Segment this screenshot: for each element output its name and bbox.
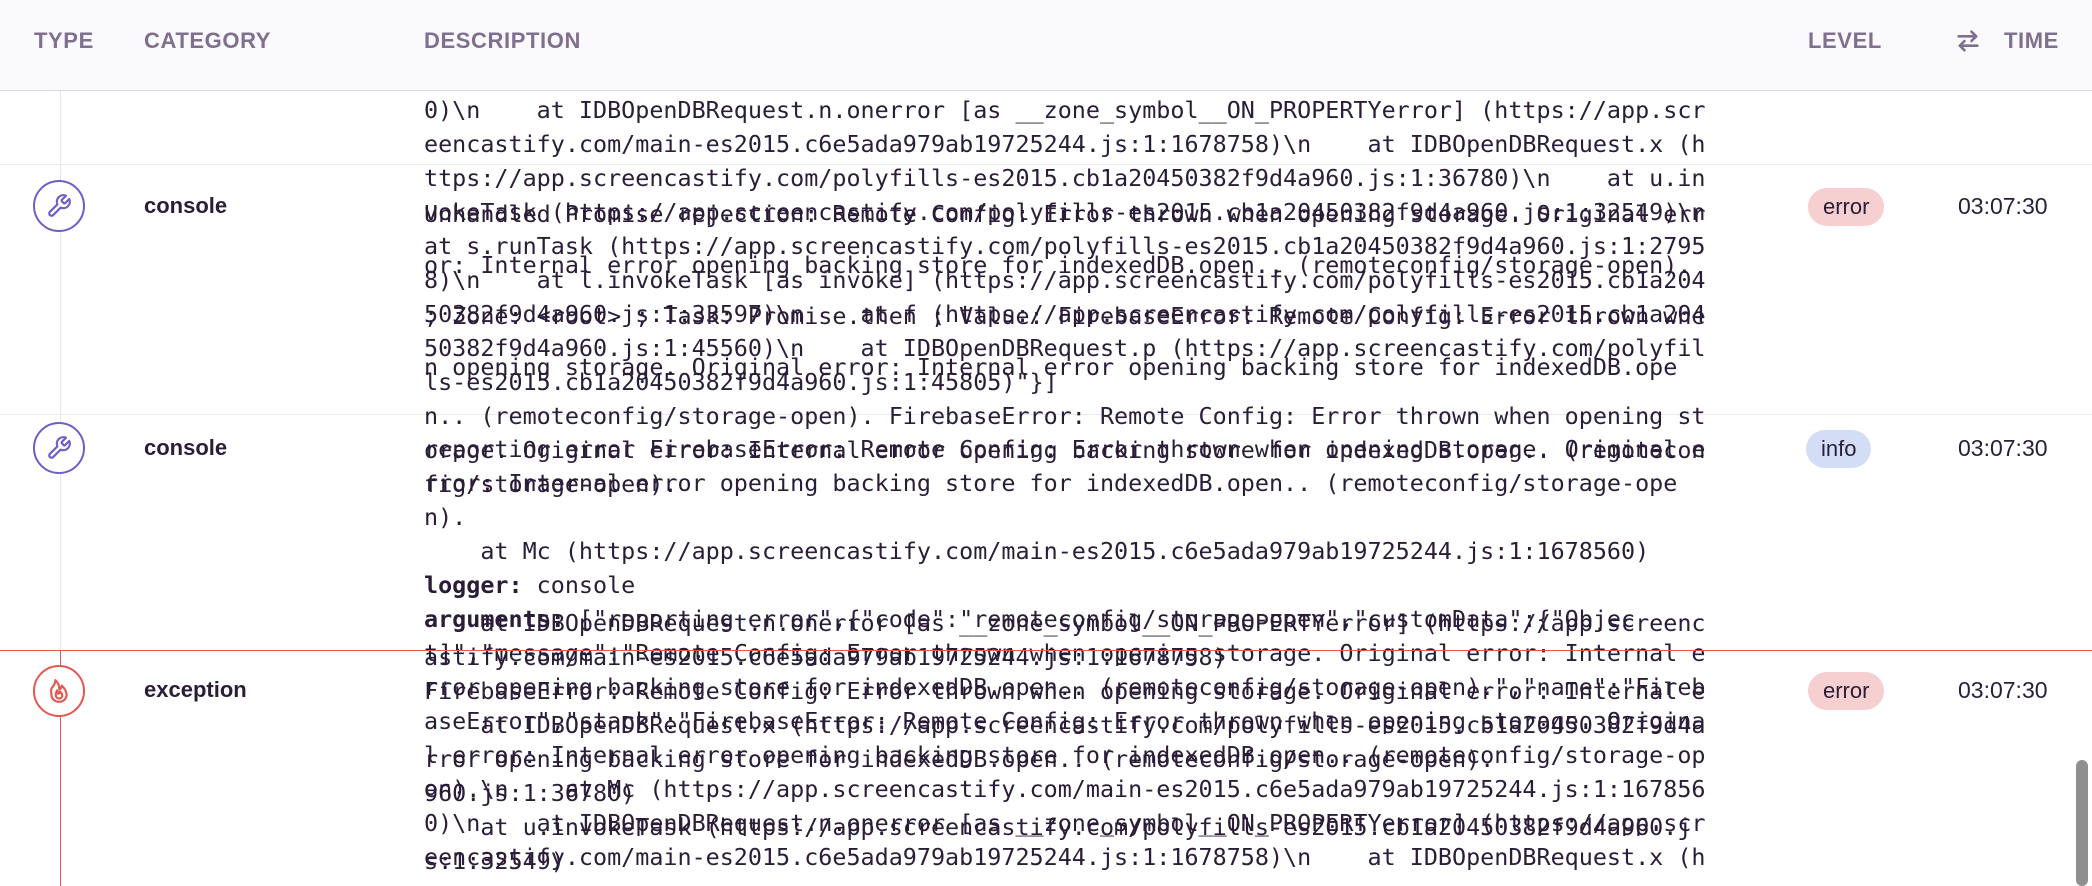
desc-line: at IDBOpenDBRequest.x (https://app.scree…: [424, 711, 1706, 739]
row-divider-exception: [0, 650, 2092, 651]
row-time: 03:07:30: [1958, 435, 2048, 461]
desc-line: or: Internal error opening backing store…: [424, 251, 1692, 279]
vertical-scrollbar[interactable]: [2076, 760, 2088, 886]
swap-arrows-icon[interactable]: [1954, 27, 1982, 55]
wrench-icon: [33, 180, 85, 232]
desc-line: 960.js:1:36780): [424, 779, 636, 807]
desc-line: 0)\n at IDBOpenDBRequest.n.onerror [as _…: [424, 96, 1706, 124]
level-badge: error: [1808, 188, 1885, 226]
desc-line: eencastify.com/main-es2015.c6e5ada979ab1…: [424, 130, 1706, 158]
desc-line: FirebaseError: Remote Config: Error thro…: [424, 677, 1706, 705]
logger-value: console: [522, 571, 636, 599]
row-time: 03:07:30: [1958, 193, 2048, 219]
desc-line: astify.com/main-es2015.c6e5ada979ab19725…: [424, 643, 1227, 671]
desc-line: rror opening backing store for indexedDB…: [424, 745, 1495, 773]
column-header-time[interactable]: TIME: [2004, 28, 2059, 54]
logger-label: logger:: [424, 571, 523, 599]
level-badge: error: [1808, 672, 1885, 710]
desc-line: at u.invokeTask (https://app.screencasti…: [424, 813, 1692, 841]
desc-line: ; Zone: <root> ; Task: Promise.then ; Va…: [424, 302, 1706, 330]
table-header: TYPE CATEGORY DESCRIPTION LEVEL TIME: [0, 0, 2092, 91]
desc-line: n opening storage. Original error: Inter…: [424, 353, 1678, 381]
level-badge: info: [1806, 430, 1872, 468]
column-header-category[interactable]: CATEGORY: [144, 28, 271, 54]
desc-line: Unhandled Promise rejection: Remote Conf…: [424, 200, 1706, 228]
desc-line: at IDBOpenDBRequest.n.onerror [as __zone…: [424, 609, 1706, 637]
row-category: exception: [144, 677, 247, 702]
column-header-description[interactable]: DESCRIPTION: [424, 28, 581, 54]
wrench-icon: [33, 422, 85, 474]
column-header-type[interactable]: TYPE: [34, 28, 94, 54]
desc-line: reporting error FirebaseError: Remote Co…: [424, 435, 1706, 463]
column-header-level[interactable]: LEVEL: [1808, 28, 1882, 54]
fire-icon: [33, 665, 85, 717]
desc-line: s:1:32549): [424, 847, 565, 875]
description-text: Unhandled Promise rejection: Remote Conf…: [424, 189, 1734, 389]
desc-line: ttps://app.screencastify.com/polyfills-e…: [424, 164, 1706, 192]
timeline-rail: [60, 90, 61, 650]
desc-line: n.. (remoteconfig/storage-open). Firebas…: [424, 402, 1706, 430]
desc-line: rror: Internal error opening backing sto…: [424, 469, 1678, 497]
row-category: console: [144, 435, 228, 460]
row-category: console: [144, 193, 228, 218]
description-text: at IDBOpenDBRequest.n.onerror [as __zone…: [424, 606, 1734, 886]
desc-line: at Mc (https://app.screencastify.com/mai…: [424, 537, 1650, 565]
desc-line: n).: [424, 503, 467, 531]
row-time: 03:07:30: [1958, 677, 2048, 703]
